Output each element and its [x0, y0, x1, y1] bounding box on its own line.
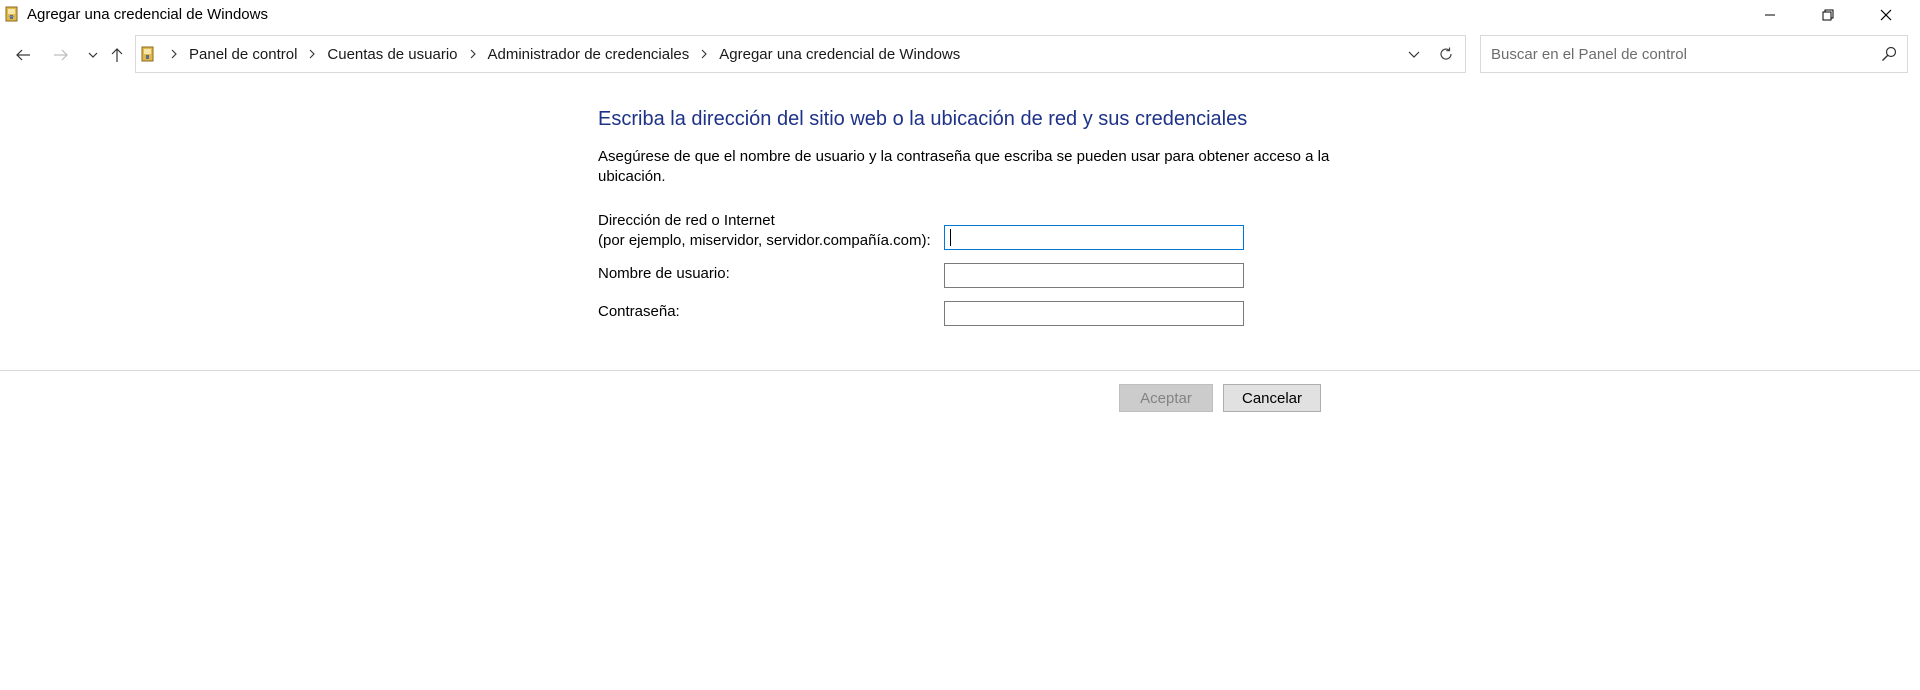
page-description: Asegúrese de que el nombre de usuario y …: [598, 148, 1330, 185]
breadcrumb: Panel de control Cuentas de usuario Admi…: [162, 36, 963, 72]
navigation-bar: Panel de control Cuentas de usuario Admi…: [0, 34, 1920, 74]
recent-locations-button[interactable]: [82, 44, 104, 66]
password-label: Contraseña:: [598, 303, 680, 320]
title-bar: Agregar una credencial de Windows: [0, 0, 1920, 30]
password-field[interactable]: [944, 301, 1244, 326]
network-address-field[interactable]: [944, 225, 1244, 250]
up-button[interactable]: [106, 44, 128, 66]
divider: [0, 370, 1920, 371]
accept-button[interactable]: Aceptar: [1119, 384, 1213, 412]
chevron-right-icon[interactable]: [697, 47, 711, 61]
address-label-line1: Dirección de red o Internet: [598, 212, 775, 229]
chevron-down-icon: [1408, 51, 1420, 58]
breadcrumb-panel-de-control[interactable]: Panel de control: [186, 46, 300, 63]
chevron-down-icon: [88, 52, 98, 58]
close-icon: [1880, 9, 1892, 21]
text-caret: [950, 229, 951, 246]
forward-button[interactable]: [50, 44, 72, 66]
address-bar[interactable]: Panel de control Cuentas de usuario Admi…: [135, 35, 1466, 73]
close-button[interactable]: [1857, 0, 1915, 30]
username-field[interactable]: [944, 263, 1244, 288]
page-heading: Escriba la dirección del sitio web o la …: [598, 108, 1248, 130]
control-panel-icon: [140, 46, 156, 62]
search-box: [1480, 35, 1908, 73]
restore-icon: [1822, 9, 1834, 21]
breadcrumb-administrador-de-credenciales[interactable]: Administrador de credenciales: [485, 46, 693, 63]
chevron-right-icon[interactable]: [466, 47, 480, 61]
refresh-button[interactable]: [1426, 35, 1466, 73]
search-input[interactable]: [1481, 36, 1871, 72]
credential-manager-icon: [4, 6, 20, 22]
search-icon[interactable]: [1881, 46, 1897, 62]
cancel-button[interactable]: Cancelar: [1223, 384, 1321, 412]
arrow-right-icon: [54, 49, 68, 61]
restore-button[interactable]: [1799, 0, 1857, 30]
address-label: Dirección de red o Internet (por ejemplo…: [598, 211, 931, 251]
minimize-button[interactable]: [1741, 0, 1799, 30]
breadcrumb-agregar-credencial[interactable]: Agregar una credencial de Windows: [716, 46, 963, 63]
username-label: Nombre de usuario:: [598, 265, 730, 282]
chevron-right-icon[interactable]: [305, 47, 319, 61]
chevron-right-icon[interactable]: [167, 47, 181, 61]
breadcrumb-cuentas-de-usuario[interactable]: Cuentas de usuario: [324, 46, 460, 63]
arrow-up-icon: [111, 48, 123, 62]
refresh-icon: [1439, 47, 1452, 60]
minimize-icon: [1765, 14, 1775, 16]
back-button[interactable]: [12, 44, 34, 66]
address-label-line2: (por ejemplo, miservidor, servidor.compa…: [598, 232, 931, 249]
window-title: Agregar una credencial de Windows: [27, 6, 268, 23]
arrow-left-icon: [16, 49, 30, 61]
